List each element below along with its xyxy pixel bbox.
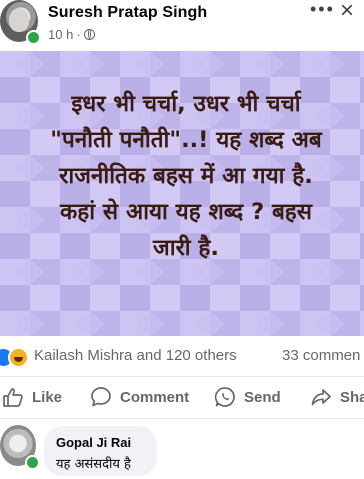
comment-button[interactable]: Comment bbox=[90, 386, 189, 408]
online-status-dot bbox=[26, 30, 41, 45]
comment-text: यह असंसदीय है bbox=[56, 457, 131, 472]
post-image-text: इधर भी चर्चा, उधर भी चर्चा "पनौती पनौती"… bbox=[16, 86, 356, 266]
whatsapp-icon bbox=[214, 387, 235, 407]
globe-icon bbox=[83, 29, 95, 40]
send-button[interactable]: Send bbox=[214, 386, 281, 408]
post-text-line: इधर भी चर्चा, उधर भी चर्चा bbox=[71, 91, 301, 117]
meta-separator: · bbox=[76, 27, 81, 42]
divider bbox=[0, 418, 364, 419]
comments-count[interactable]: 33 commen bbox=[282, 347, 360, 364]
post-time[interactable]: 10 h bbox=[48, 27, 73, 42]
author-name[interactable]: Suresh Pratap Singh bbox=[48, 4, 207, 22]
commenter-name[interactable]: Gopal Ji Rai bbox=[56, 435, 131, 450]
comment-bubble: Gopal Ji Rai यह असंसदीय है bbox=[44, 426, 157, 476]
more-options-icon[interactable]: ••• bbox=[310, 0, 335, 18]
post-text-line: कहां से आया यह शब्द ? बहस bbox=[60, 199, 312, 225]
close-icon[interactable]: × bbox=[340, 0, 354, 23]
like-label: Like bbox=[32, 388, 63, 406]
comment-bubble-icon bbox=[91, 387, 111, 407]
avatar-face bbox=[9, 8, 29, 32]
post-text-line: जारी है. bbox=[153, 235, 219, 261]
divider bbox=[0, 376, 364, 377]
haha-icon[interactable] bbox=[8, 347, 29, 368]
post-meta: 10 h · bbox=[48, 27, 95, 42]
reactions-summary[interactable]: Kailash Mishra and 120 others bbox=[34, 347, 237, 364]
action-bar: Like Comment Send Shar bbox=[0, 378, 364, 418]
share-arrow-icon bbox=[311, 389, 331, 406]
post-text-line: "पनौती पनौती"..! यह शब्द अब bbox=[50, 127, 322, 153]
comment-label: Comment bbox=[120, 388, 190, 406]
share-label: Shar bbox=[340, 388, 364, 406]
post-image[interactable]: इधर भी चर्चा, उधर भी चर्चा "पनौती पनौती"… bbox=[0, 51, 364, 336]
share-button[interactable]: Shar bbox=[310, 386, 364, 408]
reactions-bar: Kailash Mishra and 120 others 33 commen bbox=[0, 344, 364, 368]
online-status-dot bbox=[25, 455, 40, 470]
send-label: Send bbox=[244, 388, 281, 406]
thumbs-up-icon bbox=[3, 388, 23, 407]
post-text-line: राजनीतिक बहस में आ गया है. bbox=[59, 163, 313, 189]
like-button[interactable]: Like bbox=[2, 386, 62, 408]
